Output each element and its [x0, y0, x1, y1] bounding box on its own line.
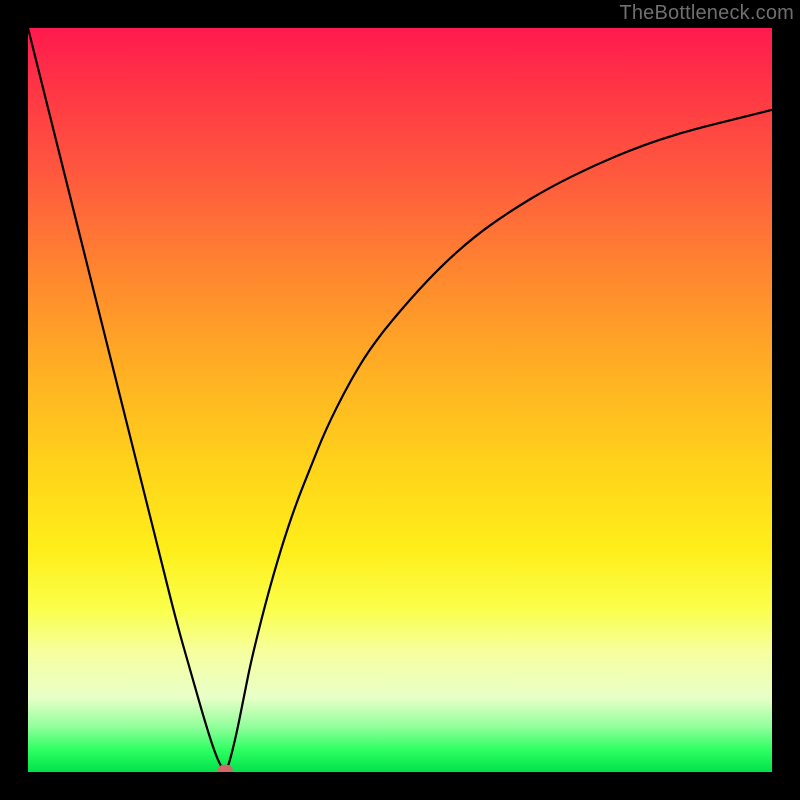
chart-frame: TheBottleneck.com — [0, 0, 800, 800]
plot-area — [28, 28, 772, 772]
right-branch-curve — [225, 110, 772, 772]
left-branch-curve — [28, 28, 225, 772]
min-marker — [218, 765, 232, 772]
watermark-text: TheBottleneck.com — [619, 2, 794, 25]
chart-svg — [28, 28, 772, 772]
